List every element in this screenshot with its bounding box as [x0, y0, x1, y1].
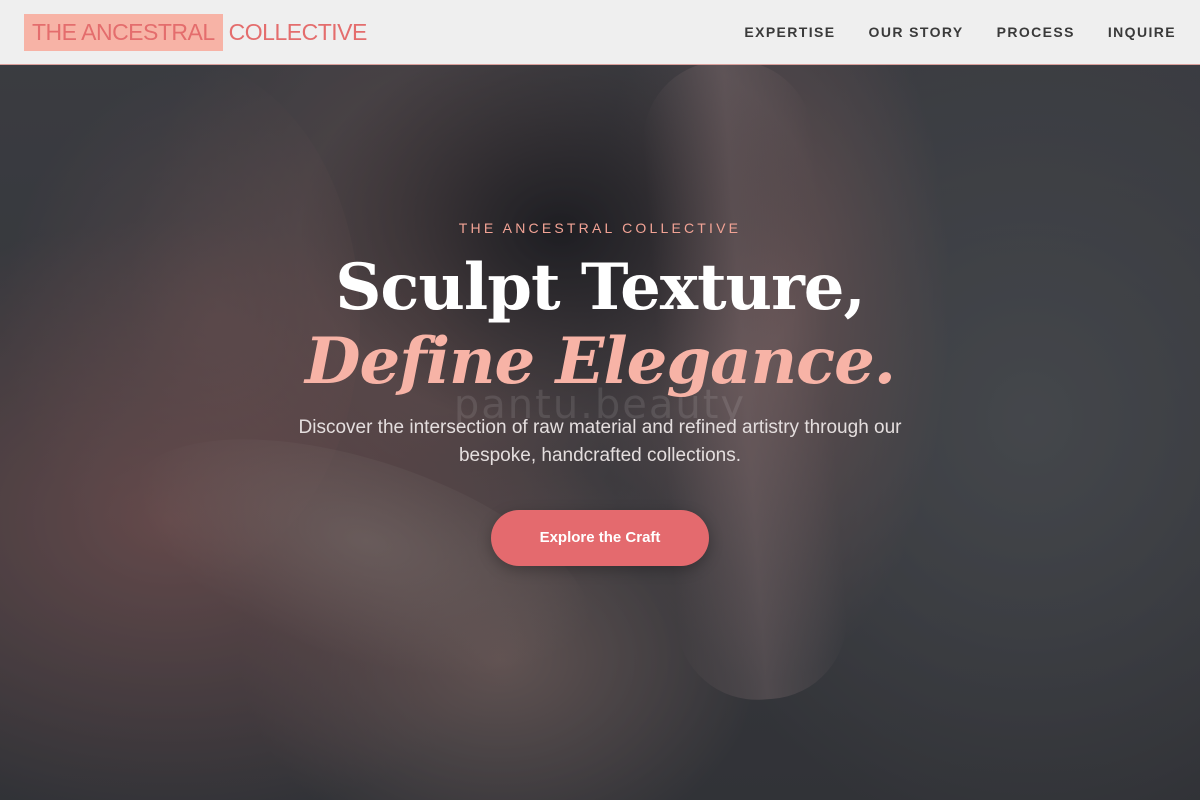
nav-link-inquire[interactable]: INQUIRE — [1108, 24, 1176, 40]
hero-headline: Sculpt Texture, Define Elegance. — [0, 250, 1200, 398]
site-header: THE ANCESTRAL COLLECTIVE EXPERTISE OUR S… — [0, 0, 1200, 65]
headline-line-1: Sculpt Texture, — [335, 250, 866, 325]
main-nav: EXPERTISE OUR STORY PROCESS INQUIRE — [711, 24, 1176, 40]
logo[interactable]: THE ANCESTRAL COLLECTIVE — [24, 13, 368, 51]
nav-link-expertise[interactable]: EXPERTISE — [744, 24, 835, 40]
logo-text-highlight: THE ANCESTRAL — [24, 13, 223, 51]
explore-craft-button[interactable]: Explore the Craft — [491, 510, 709, 566]
nav-link-process[interactable]: PROCESS — [997, 24, 1075, 40]
hero-section: THE ANCESTRAL COLLECTIVE Sculpt Texture,… — [0, 220, 1200, 566]
hero-subtext: Discover the intersection of raw materia… — [298, 417, 902, 466]
headline-line-2: Define Elegance. — [304, 324, 896, 399]
hero-eyebrow: THE ANCESTRAL COLLECTIVE — [458, 220, 742, 236]
logo-text: COLLECTIVE — [228, 18, 368, 45]
nav-link-our-story[interactable]: OUR STORY — [869, 24, 964, 40]
